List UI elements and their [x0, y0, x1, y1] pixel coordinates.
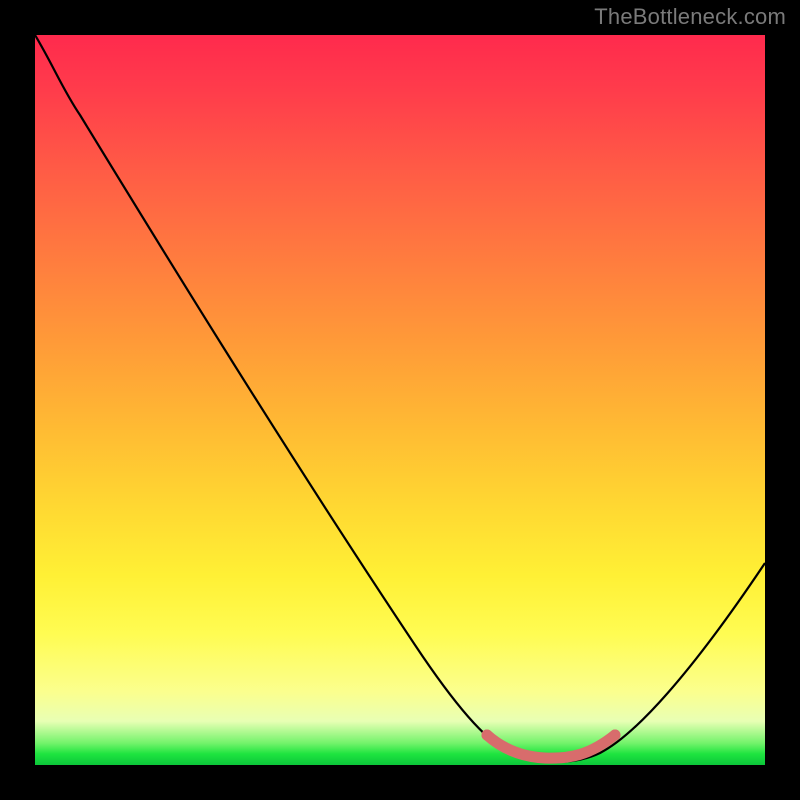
- chart-frame: TheBottleneck.com: [0, 0, 800, 800]
- watermark-text: TheBottleneck.com: [594, 4, 786, 30]
- marker-end-right: [610, 730, 621, 741]
- bottleneck-curve-svg: [35, 35, 765, 765]
- bottleneck-curve-path: [35, 35, 765, 762]
- marker-end-left: [482, 730, 493, 741]
- plot-area: [35, 35, 765, 765]
